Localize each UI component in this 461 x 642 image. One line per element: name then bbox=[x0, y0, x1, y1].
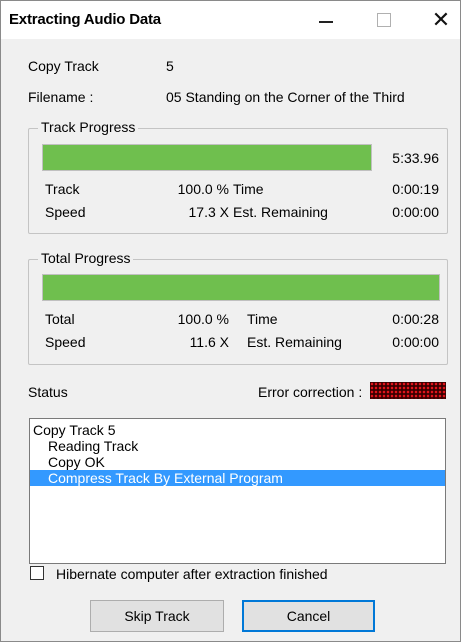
track-progress-fill bbox=[43, 145, 371, 170]
window-title: Extracting Audio Data bbox=[9, 11, 161, 28]
extract-dialog: Extracting Audio Data ✕ Copy Track 5 Fil… bbox=[0, 0, 461, 642]
track-speed-value: 17.3 X bbox=[188, 204, 229, 220]
skip-track-button[interactable]: Skip Track bbox=[90, 600, 224, 632]
track-label: Track bbox=[45, 181, 80, 197]
total-speed-label: Speed bbox=[45, 334, 86, 350]
total-remaining-label: Est. Remaining bbox=[247, 334, 342, 350]
title-bar[interactable]: Extracting Audio Data ✕ bbox=[1, 1, 460, 39]
copy-track-label: Copy Track bbox=[28, 58, 99, 74]
error-correction-label: Error correction : bbox=[258, 384, 363, 400]
close-button[interactable]: ✕ bbox=[419, 1, 461, 39]
track-duration: 5:33.96 bbox=[392, 150, 439, 166]
track-remaining-value: 0:00:00 bbox=[392, 204, 439, 220]
total-progress-fill bbox=[43, 275, 439, 300]
total-time-label: Time bbox=[247, 311, 278, 327]
status-item[interactable]: Copy Track 5 bbox=[30, 422, 445, 438]
total-label: Total bbox=[45, 311, 75, 327]
status-item-selected[interactable]: Compress Track By External Program bbox=[30, 470, 445, 486]
hibernate-label[interactable]: Hibernate computer after extraction fini… bbox=[56, 566, 328, 582]
minimize-button[interactable] bbox=[304, 1, 348, 39]
close-icon: ✕ bbox=[431, 7, 451, 32]
minimize-icon bbox=[319, 21, 333, 23]
total-progress-bar bbox=[42, 274, 440, 301]
status-label: Status bbox=[28, 384, 68, 400]
total-speed-value: 11.6 X bbox=[189, 334, 229, 350]
filename-label: Filename : bbox=[28, 89, 94, 105]
error-correction-indicator bbox=[370, 382, 446, 399]
status-item[interactable]: Reading Track bbox=[30, 438, 445, 454]
status-item[interactable]: Copy OK bbox=[30, 454, 445, 470]
total-remaining-value: 0:00:00 bbox=[392, 334, 439, 350]
status-list[interactable]: Copy Track 5 Reading Track Copy OK Compr… bbox=[29, 418, 446, 564]
track-percent: 100.0 % bbox=[177, 181, 229, 197]
filename-value: 05 Standing on the Corner of the Third bbox=[166, 89, 405, 105]
hibernate-checkbox[interactable] bbox=[30, 566, 44, 580]
maximize-button[interactable] bbox=[362, 1, 406, 39]
total-progress-title: Total Progress bbox=[38, 250, 134, 266]
track-time-value: 0:00:19 bbox=[392, 181, 439, 197]
total-percent: 100.0 % bbox=[177, 311, 229, 327]
copy-track-value: 5 bbox=[166, 58, 174, 74]
track-progress-bar bbox=[42, 144, 372, 171]
total-time-value: 0:00:28 bbox=[392, 311, 439, 327]
maximize-icon bbox=[377, 13, 391, 27]
track-speed-label: Speed bbox=[45, 204, 86, 220]
track-progress-title: Track Progress bbox=[38, 119, 139, 135]
cancel-button[interactable]: Cancel bbox=[242, 600, 375, 632]
track-remaining-label: Est. Remaining bbox=[233, 204, 328, 220]
track-time-label: Time bbox=[233, 181, 264, 197]
